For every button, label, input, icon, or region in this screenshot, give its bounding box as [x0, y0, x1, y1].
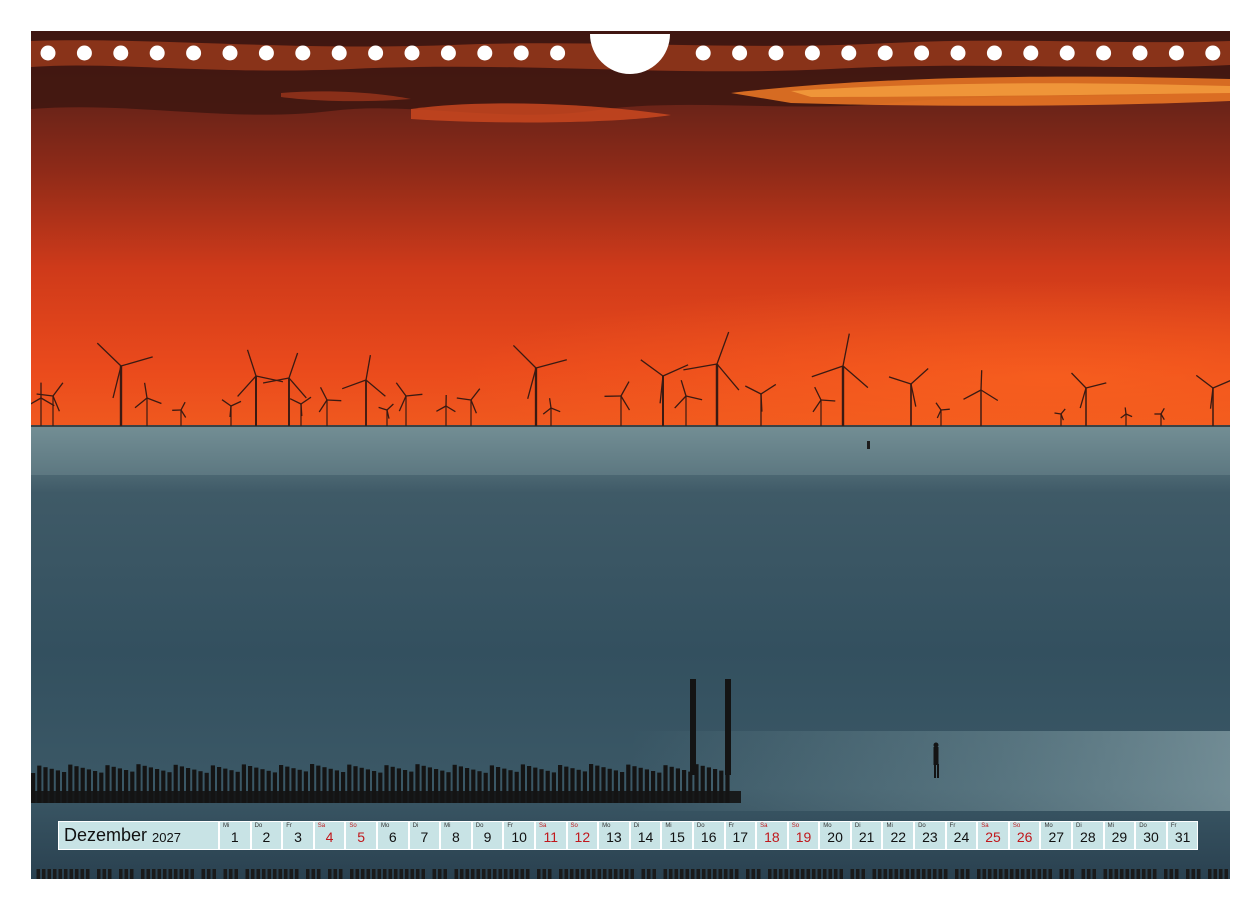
calendar-day-30: Do 30	[1135, 821, 1167, 850]
calendar-day-23: Do 23	[914, 821, 946, 850]
calendar-day-21: Di 21	[850, 821, 883, 850]
day-number: 4	[325, 829, 334, 845]
calendar-day-4: Sa 4	[313, 821, 346, 850]
distant-groyne	[36, 869, 1228, 879]
calendar-day-28: Di 28	[1072, 821, 1104, 850]
calendar-strip: Dezember 2027 Mi 1 Do 2 Fr 3 Sa 4 So 5 Mo 6 Di 7 Mi 8 Do…	[58, 821, 1199, 850]
day-number: 6	[388, 829, 397, 845]
day-number: 5	[357, 829, 366, 845]
day-number: 25	[985, 829, 1001, 845]
day-number: 21	[858, 829, 875, 845]
day-number: 26	[1016, 829, 1033, 845]
calendar-day-5: So 5	[345, 821, 377, 850]
calendar-day-10: Fr 10	[503, 821, 535, 850]
calendar-day-27: Mo 27	[1040, 821, 1073, 850]
day-number: 30	[1143, 829, 1159, 845]
day-number: 22	[890, 829, 907, 845]
day-number: 18	[764, 829, 780, 845]
calendar-day-18: Sa 18	[756, 821, 788, 850]
calendar-day-12: So 12	[566, 821, 599, 850]
month-name: Dezember	[64, 825, 148, 845]
day-number: 20	[827, 829, 843, 845]
day-number: 7	[420, 829, 429, 845]
calendar-day-1: Mi 1	[219, 821, 251, 850]
day-number: 15	[669, 829, 685, 845]
calendar-day-31: Fr 31	[1166, 821, 1199, 850]
calendar-day-6: Mo 6	[376, 821, 409, 850]
day-number: 9	[483, 829, 492, 845]
day-number: 31	[1174, 829, 1191, 845]
day-number: 27	[1048, 829, 1065, 845]
calendar-day-3: Fr 3	[282, 821, 314, 850]
calendar-day-8: Mi 8	[440, 821, 472, 850]
calendar-day-13: Mo 13	[598, 821, 630, 850]
day-number: 17	[732, 829, 749, 845]
day-number: 19	[795, 829, 812, 845]
day-number: 2	[262, 829, 271, 845]
calendar-day-16: Do 16	[692, 821, 725, 850]
day-number: 16	[700, 829, 717, 845]
calendar-day-17: Fr 17	[724, 821, 757, 850]
calendar-day-15: Mi 15	[661, 821, 693, 850]
calendar-day-19: So 19	[787, 821, 820, 850]
calendar-day-22: Mi 22	[882, 821, 915, 850]
buoy	[867, 441, 870, 449]
calendar-month-label: Dezember 2027	[58, 821, 219, 850]
day-number: 11	[543, 829, 558, 845]
day-number: 13	[606, 829, 622, 845]
day-number: 24	[953, 829, 970, 845]
calendar-day-24: Fr 24	[945, 821, 978, 850]
photo-scene	[31, 31, 1230, 879]
day-number: 14	[637, 829, 654, 845]
day-number: 23	[922, 829, 938, 845]
day-number: 12	[574, 829, 591, 845]
day-number: 3	[294, 829, 302, 845]
day-number: 10	[511, 829, 527, 845]
calendar-day-2: Do 2	[250, 821, 283, 850]
day-number: 29	[1111, 829, 1128, 845]
day-number: 1	[230, 829, 239, 845]
year: 2027	[152, 829, 181, 845]
calendar-day-11: Sa 11	[534, 821, 567, 850]
calendar-day-14: Di 14	[629, 821, 662, 850]
day-number: 28	[1080, 829, 1096, 845]
sunset-sea-photo	[31, 31, 1230, 879]
day-number: 8	[452, 829, 460, 845]
calendar-day-7: Di 7	[408, 821, 441, 850]
calendar-day-9: Do 9	[471, 821, 504, 850]
calendar-day-26: So 26	[1008, 821, 1041, 850]
calendar-day-29: Mi 29	[1103, 821, 1136, 850]
calendar-day-25: Sa 25	[977, 821, 1009, 850]
calendar-day-20: Mo 20	[819, 821, 851, 850]
